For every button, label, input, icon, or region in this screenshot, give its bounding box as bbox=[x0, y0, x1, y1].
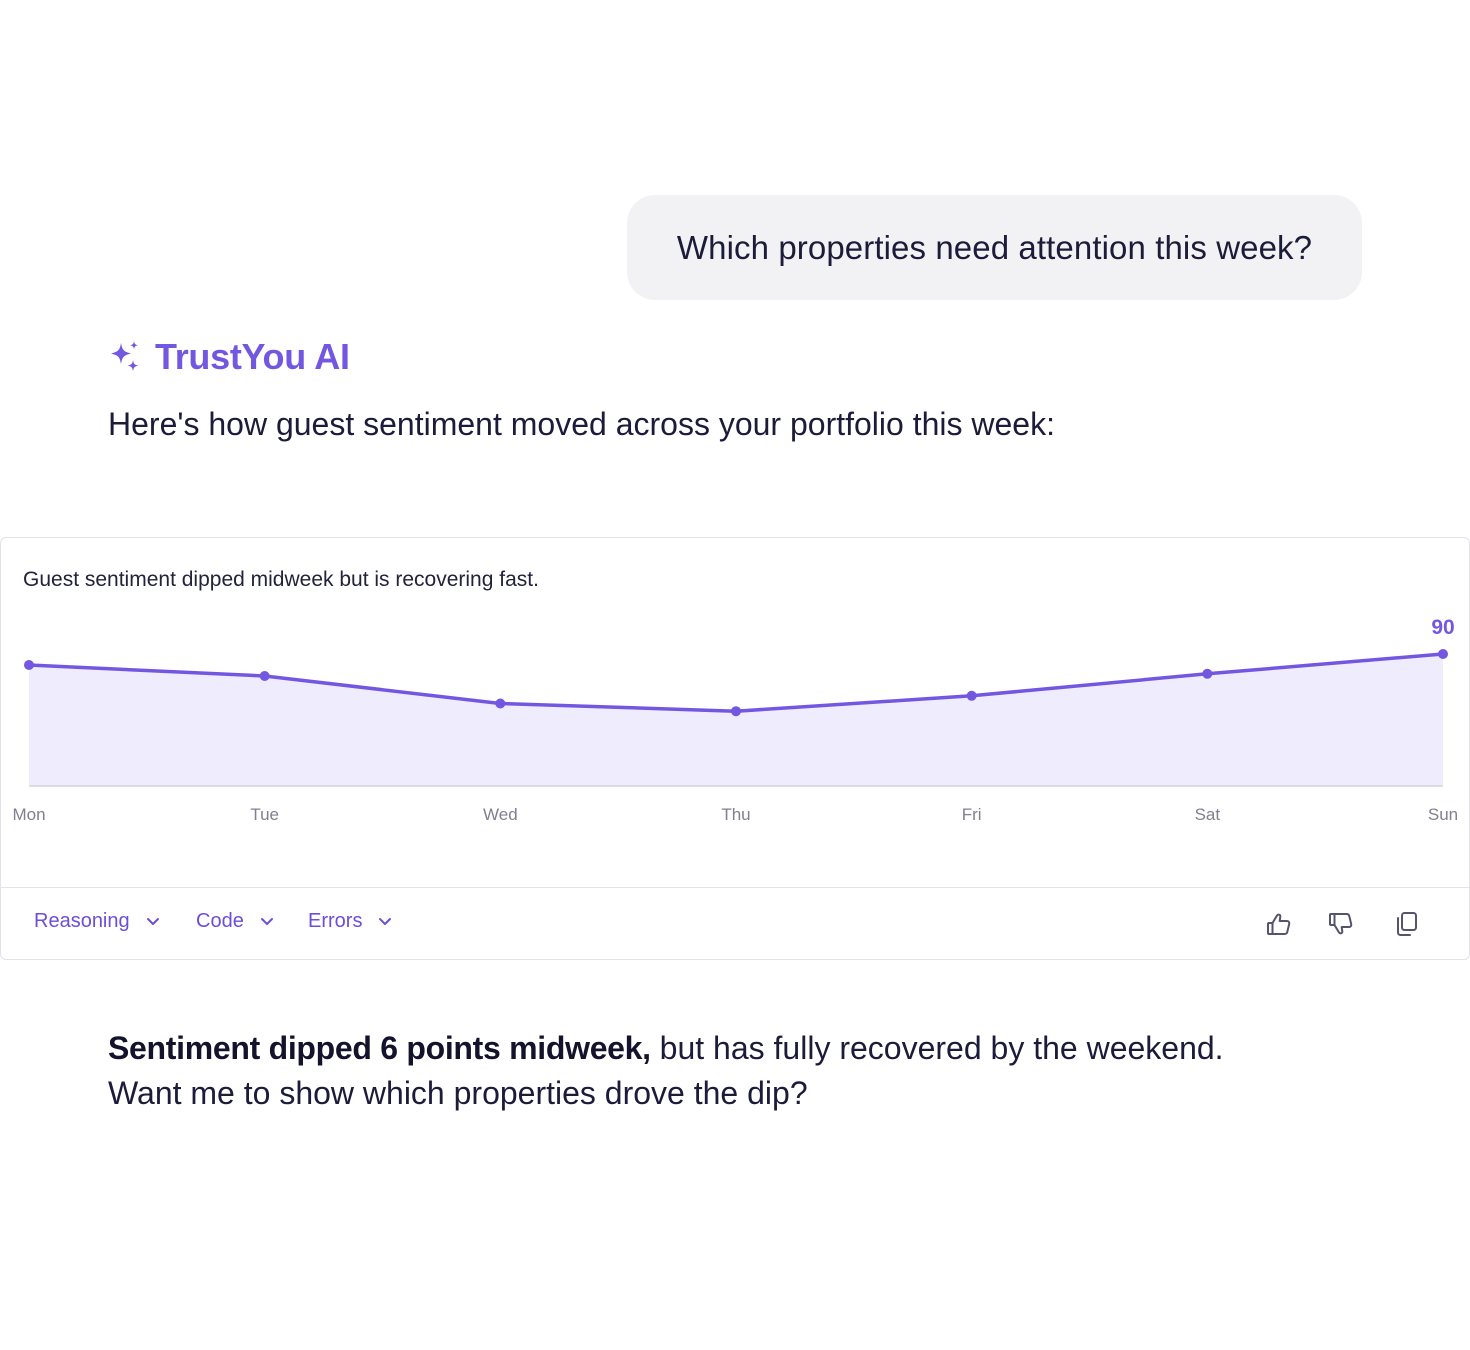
summary-rest-text: but has fully recovered by the weekend. bbox=[659, 1030, 1224, 1066]
chevron-down-icon bbox=[260, 917, 273, 925]
tab-errors-label: Errors bbox=[308, 910, 363, 932]
x-tick-label: Mon bbox=[12, 805, 45, 824]
chevron-down-icon bbox=[379, 917, 392, 925]
card-footer: Reasoning Code Errors bbox=[1, 887, 1469, 959]
copy-icon[interactable] bbox=[1393, 910, 1421, 938]
summary-line-2: Want me to show which properties drove t… bbox=[108, 1075, 808, 1111]
data-point-tue bbox=[259, 671, 270, 681]
x-tick-label: Fri bbox=[962, 805, 982, 824]
data-point-thu bbox=[731, 706, 741, 717]
tab-code-label: Code bbox=[196, 910, 244, 932]
sparkles-icon bbox=[107, 339, 143, 375]
x-tick-label: Thu bbox=[721, 805, 750, 824]
thumbs-down-icon[interactable] bbox=[1327, 910, 1355, 938]
assistant-intro-text: Here's how guest sentiment moved across … bbox=[108, 406, 1055, 442]
sentiment-chart: Mon Tue Wed Thu Fri Sat Sun 90 bbox=[12, 616, 1458, 824]
tab-reasoning-label: Reasoning bbox=[34, 910, 130, 932]
tab-reasoning[interactable]: Reasoning bbox=[34, 910, 160, 933]
tab-code[interactable]: Code bbox=[196, 910, 274, 933]
assistant-name: TrustYou AI bbox=[155, 336, 350, 377]
data-point-fri bbox=[966, 690, 977, 701]
last-value-label: 90 bbox=[1431, 616, 1454, 639]
chevron-down-icon bbox=[146, 917, 159, 925]
data-point-mon bbox=[24, 660, 34, 670]
assistant-summary: Sentiment dipped 6 points midweek, but h… bbox=[108, 1026, 1224, 1116]
assistant-header: TrustYou AI bbox=[107, 336, 350, 378]
thumbs-up-icon[interactable] bbox=[1265, 910, 1293, 938]
data-point-sun bbox=[1438, 649, 1448, 659]
tab-errors[interactable]: Errors bbox=[308, 910, 392, 933]
data-point-wed bbox=[495, 698, 506, 709]
summary-bold-text: Sentiment dipped 6 points midweek, bbox=[108, 1030, 651, 1066]
x-tick-label: Sat bbox=[1195, 805, 1221, 824]
user-message-text: Which properties need attention this wee… bbox=[676, 228, 1313, 266]
chart-card: Guest sentiment dipped midweek but is re… bbox=[0, 537, 1470, 960]
summary-line-1: Sentiment dipped 6 points midweek, but h… bbox=[108, 1026, 1224, 1071]
user-message-bubble: Which properties need attention this wee… bbox=[627, 195, 1362, 300]
x-tick-label: Wed bbox=[483, 805, 518, 824]
data-point-sat bbox=[1202, 668, 1213, 679]
x-tick-label: Sun bbox=[1428, 805, 1458, 824]
x-tick-label: Tue bbox=[250, 805, 279, 824]
